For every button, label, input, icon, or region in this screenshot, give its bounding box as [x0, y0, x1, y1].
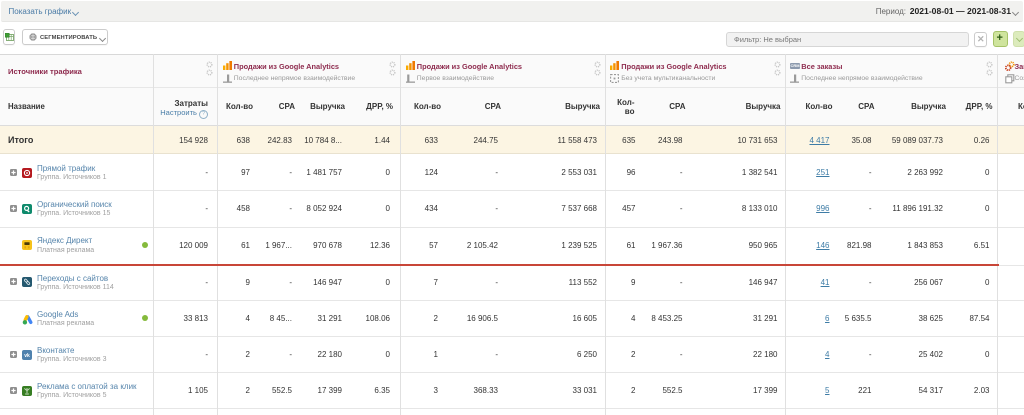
svg-text:vk: vk — [24, 353, 30, 359]
